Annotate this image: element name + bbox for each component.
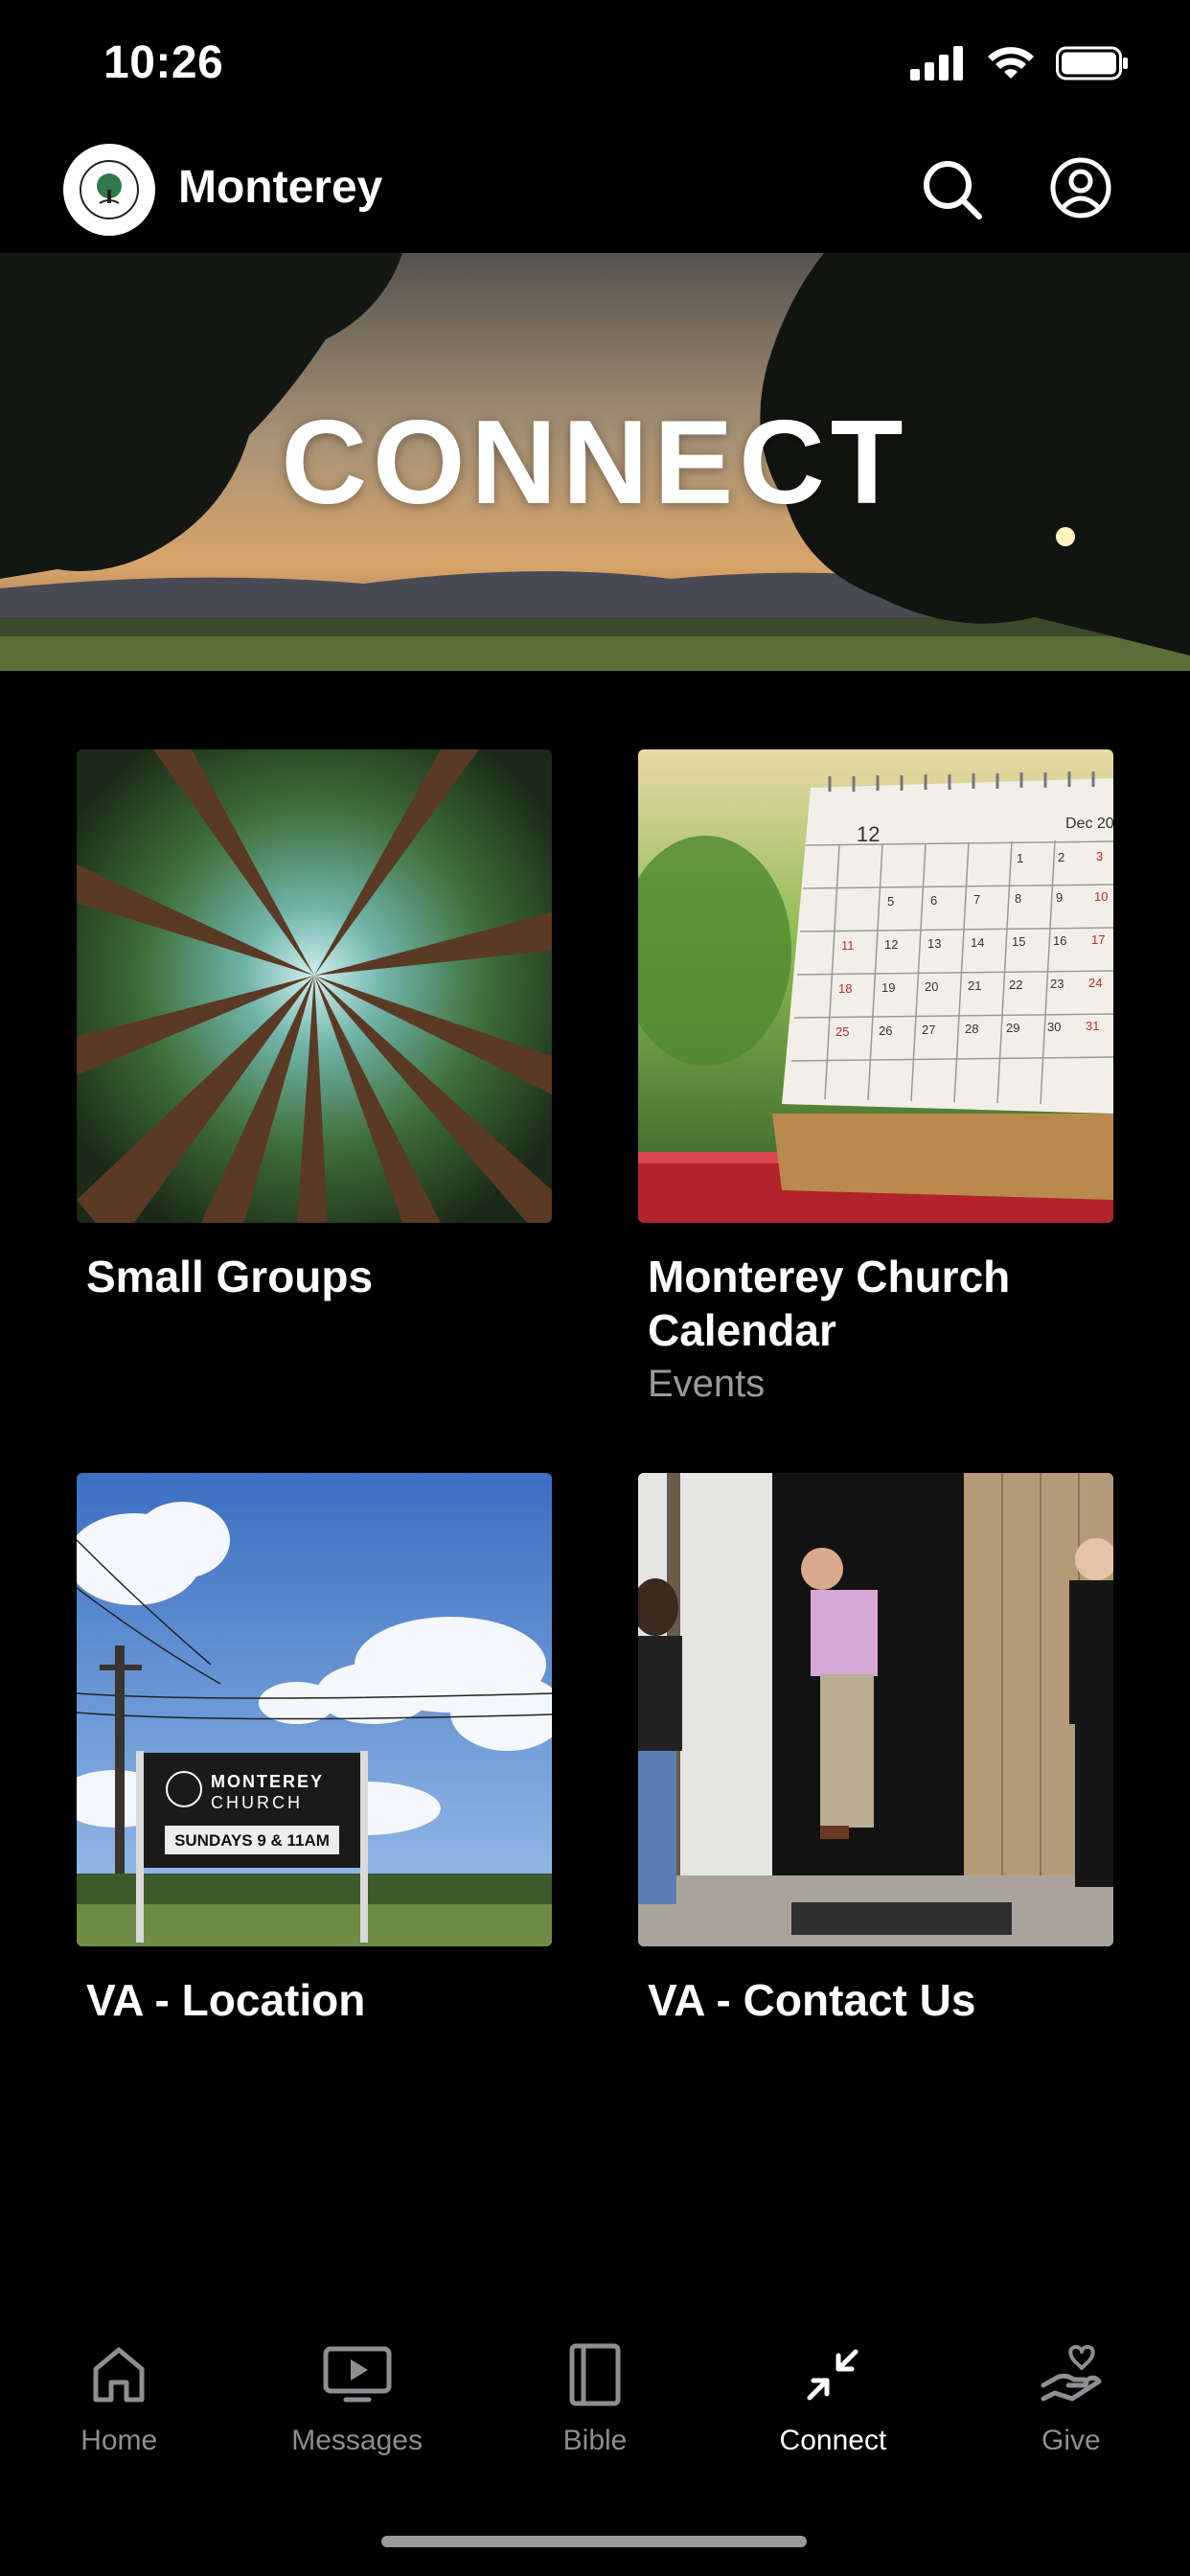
calendar-day: 2 <box>1058 850 1064 864</box>
church-logo-icon[interactable] <box>63 144 155 236</box>
tab-connect[interactable]: Connect <box>714 2338 951 2482</box>
home-indicator[interactable] <box>381 2536 807 2547</box>
calendar-day: 20 <box>925 979 938 994</box>
tab-bar: Home Messages Bible Connect Give <box>0 2338 1190 2482</box>
calendar-day: 28 <box>965 1022 978 1036</box>
calendar-day: 7 <box>973 892 980 907</box>
church-sign-image: MONTEREY CHURCH SUNDAYS 9 & 11AM <box>77 1473 552 1946</box>
calendar-day: 31 <box>1086 1019 1099 1033</box>
tab-label: Bible <box>562 2425 628 2456</box>
tile-title: Small Groups <box>86 1252 374 1301</box>
calendar-day: 19 <box>881 980 895 995</box>
calendar-day: 13 <box>927 936 941 951</box>
calendar-day: 10 <box>1094 889 1108 904</box>
tile-va-location[interactable]: MONTEREY CHURCH SUNDAYS 9 & 11AM VA - Lo… <box>77 1473 552 2027</box>
sign-line-3: SUNDAYS 9 & 11AM <box>174 1831 330 1850</box>
desk-calendar-image: 12 Dec 202 1 2 3 5 6 7 8 9 10 11 12 13 1… <box>638 749 1113 1223</box>
profile-icon[interactable] <box>1048 155 1113 220</box>
calendar-day: 5 <box>887 894 894 908</box>
calendar-day: 1 <box>1017 851 1023 865</box>
bible-icon <box>569 2343 621 2406</box>
tab-label: Give <box>1041 2425 1101 2456</box>
search-icon[interactable] <box>920 157 985 222</box>
calendar-day: 8 <box>1015 891 1021 906</box>
calendar-day: 18 <box>838 981 852 996</box>
tile-title: VA - Location <box>86 1975 366 2025</box>
redwood-forest-image <box>77 749 552 1223</box>
calendar-day: 3 <box>1096 849 1103 863</box>
church-door-people-image <box>638 1473 1113 1946</box>
tile-church-calendar[interactable]: 12 Dec 202 1 2 3 5 6 7 8 9 10 11 12 13 1… <box>638 749 1113 1407</box>
tab-home[interactable]: Home <box>0 2338 238 2482</box>
tab-messages[interactable]: Messages <box>238 2338 475 2482</box>
app-header: Monterey <box>0 140 1190 240</box>
tile-va-contact-us[interactable]: VA - Contact Us <box>638 1473 1113 2027</box>
calendar-day: 21 <box>968 978 981 993</box>
status-time: 10:26 <box>103 37 224 88</box>
calendar-day: 17 <box>1091 932 1105 947</box>
calendar-day: 14 <box>971 935 984 950</box>
battery-icon <box>1056 46 1128 80</box>
calendar-day: 30 <box>1047 1020 1061 1034</box>
calendar-day: 25 <box>835 1024 849 1039</box>
hero-title: CONNECT <box>281 397 909 529</box>
calendar-day: 16 <box>1053 933 1066 948</box>
calendar-day: 9 <box>1056 890 1063 905</box>
tile-subtitle: Events <box>648 1363 766 1405</box>
tab-bible[interactable]: Bible <box>476 2338 714 2482</box>
tab-label: Messages <box>291 2425 423 2456</box>
status-bar: 10:26 <box>0 0 1190 134</box>
calendar-day: 22 <box>1009 978 1022 992</box>
sign-line-1: MONTEREY <box>211 1772 324 1791</box>
wifi-icon <box>988 47 1034 79</box>
calendar-big-date: 12 <box>857 822 880 846</box>
calendar-day: 27 <box>922 1023 935 1037</box>
hero-banner: CONNECT <box>0 253 1190 671</box>
calendar-day: 29 <box>1006 1021 1019 1035</box>
calendar-day: 15 <box>1012 934 1025 949</box>
calendar-day: 26 <box>879 1024 892 1038</box>
calendar-day: 11 <box>841 938 855 953</box>
calendar-day: 24 <box>1088 976 1102 990</box>
tile-title: VA - Contact Us <box>648 1975 976 2025</box>
connect-icon <box>807 2349 858 2401</box>
tab-label: Connect <box>779 2425 887 2456</box>
calendar-day: 6 <box>930 893 937 908</box>
calendar-day: 23 <box>1050 977 1064 991</box>
signal-icon <box>910 46 963 80</box>
app-title: Monterey <box>178 162 383 213</box>
tile-small-groups[interactable]: Small Groups <box>77 749 552 1303</box>
give-icon <box>1041 2345 1102 2402</box>
calendar-day: 12 <box>884 937 898 952</box>
messages-icon <box>323 2346 392 2403</box>
sign-line-2: CHURCH <box>211 1793 303 1812</box>
home-icon <box>93 2347 145 2403</box>
tab-label: Home <box>80 2425 158 2456</box>
calendar-month: Dec 202 <box>1065 816 1113 832</box>
tile-title: Monterey Church Calendar <box>648 1252 1011 1355</box>
tab-give[interactable]: Give <box>952 2338 1190 2482</box>
status-icons <box>910 46 1129 80</box>
